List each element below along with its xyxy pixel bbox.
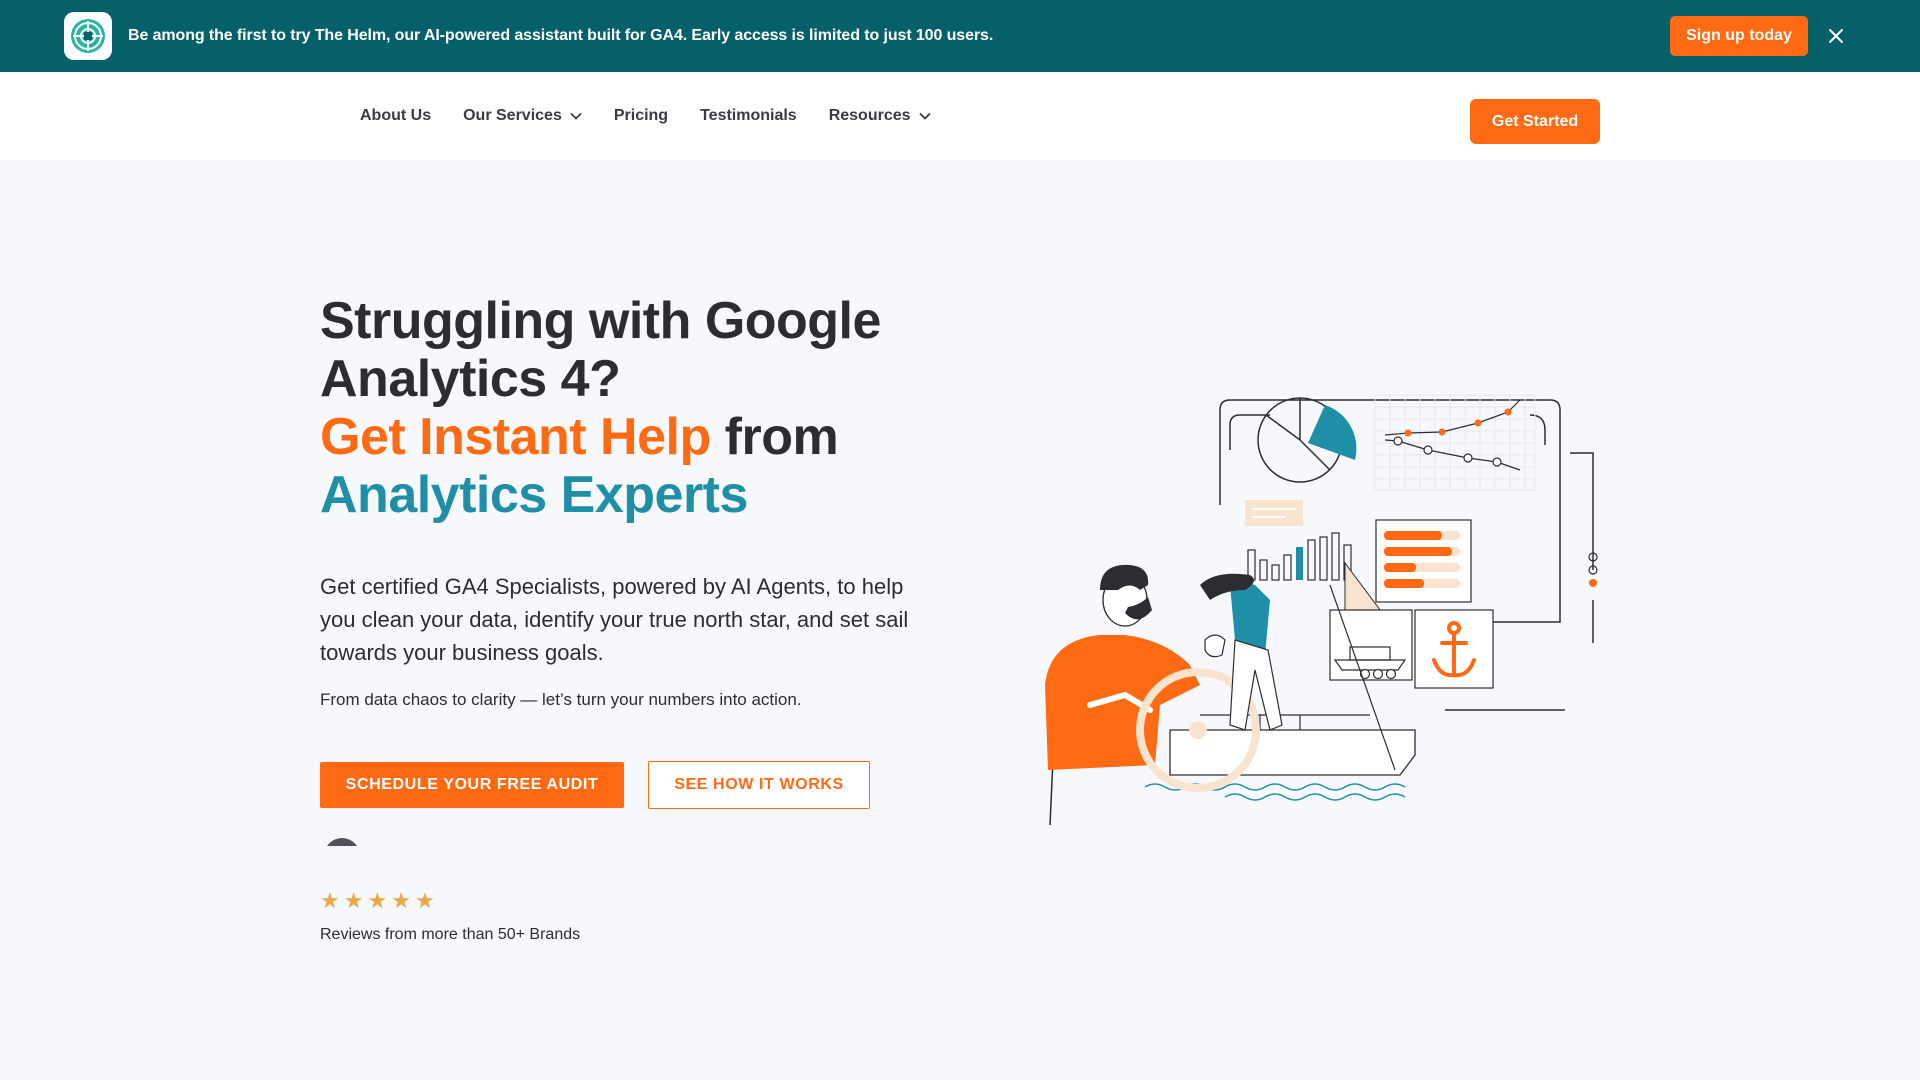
close-icon[interactable] xyxy=(1824,24,1848,48)
hero-description: Get certified GA4 Specialists, powered b… xyxy=(320,574,909,665)
star-icon: ★ xyxy=(391,888,411,913)
headline-mid: from xyxy=(710,408,853,466)
nav-item-label: About Us xyxy=(360,107,432,124)
nav-links: About Us Our Services Pricing Testimonia… xyxy=(360,72,931,160)
star-icon: ★ xyxy=(367,888,388,913)
hero-illustration xyxy=(1045,394,1598,825)
chevron-down-icon xyxy=(918,112,931,120)
nav-item-resources[interactable]: Resources xyxy=(829,107,931,125)
main-nav: About Us Our Services Pricing Testimonia… xyxy=(0,72,1920,160)
get-started-button[interactable]: Get Started xyxy=(1470,99,1600,144)
headline-line1: Struggling with Google Analytics 4? xyxy=(320,292,881,408)
star-icon: ★ xyxy=(414,888,435,913)
announcement-bar: Be among the first to try The Helm, our … xyxy=(0,0,1920,72)
hero-headline: Struggling with Google Analytics 4? Get … xyxy=(320,292,940,524)
nav-item-label: Testimonials xyxy=(700,107,797,124)
nav-item-label: Our Services xyxy=(463,107,562,124)
see-how-it-works-button[interactable]: SEE HOW IT WORKS xyxy=(648,761,870,809)
nav-item-label: Resources xyxy=(828,107,911,124)
rating-stars: ★ ★ ★ ★ ★ xyxy=(320,890,435,912)
headline-highlight-teal: Analytics Experts xyxy=(320,466,748,524)
reviews-text: Reviews from more than 50+ Brands xyxy=(320,926,581,943)
helm-logo-icon[interactable] xyxy=(64,12,112,60)
headline-highlight-orange: Get Instant Help xyxy=(320,408,711,466)
avatar xyxy=(324,838,360,846)
nav-item-our-services[interactable]: Our Services xyxy=(463,107,582,125)
nav-item-about-us[interactable]: About Us xyxy=(360,107,431,125)
hero-subtext: From data chaos to clarity — let’s turn … xyxy=(320,690,802,709)
announcement-text: Be among the first to try The Helm, our … xyxy=(128,27,994,44)
star-icon: ★ xyxy=(343,888,364,913)
nav-item-label: Pricing xyxy=(613,107,669,124)
sign-up-button[interactable]: Sign up today xyxy=(1670,16,1808,56)
schedule-audit-button[interactable]: SCHEDULE YOUR FREE AUDIT xyxy=(320,762,624,808)
nav-item-pricing[interactable]: Pricing xyxy=(614,107,668,125)
nav-item-testimonials[interactable]: Testimonials xyxy=(700,107,797,125)
chevron-down-icon xyxy=(570,112,582,120)
star-icon: ★ xyxy=(320,888,340,913)
